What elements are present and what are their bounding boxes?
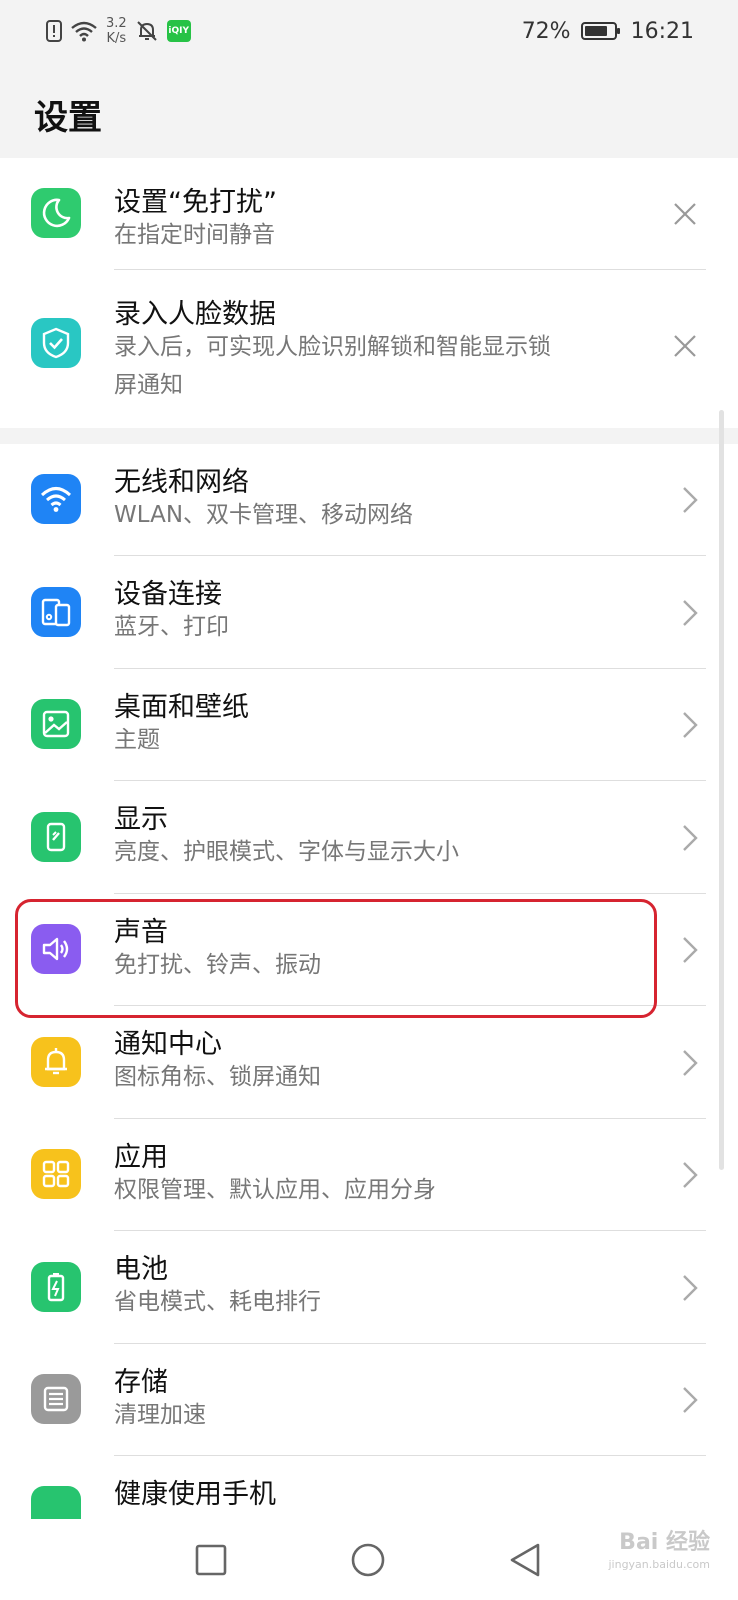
- settings-item-title: 无线和网络: [114, 467, 249, 498]
- close-icon[interactable]: [672, 333, 698, 359]
- wallpaper-icon: [31, 699, 81, 749]
- triangle-back-icon: [510, 1543, 540, 1577]
- wifi-status-icon: [71, 21, 97, 42]
- suggestion-do-not-disturb[interactable]: 设置“免打扰” 在指定时间静音: [0, 158, 738, 270]
- settings-item-title: 显示: [114, 804, 168, 835]
- settings-item-device-connection[interactable]: 设备连接 蓝牙、打印: [0, 556, 738, 669]
- watermark-url: jingyan.baidu.com: [608, 1558, 710, 1571]
- devices-icon: [31, 587, 81, 637]
- chevron-right-icon: [683, 937, 698, 963]
- settings-item-subtitle: 免打扰、铃声、振动: [114, 952, 321, 978]
- settings-item-subtitle: 亮度、护眼模式、字体与显示大小: [114, 839, 459, 865]
- chevron-right-icon: [683, 1162, 698, 1188]
- suggestion-title: 设置“免打扰”: [114, 187, 277, 218]
- chevron-right-icon: [683, 1050, 698, 1076]
- title-bar: 设置: [0, 62, 738, 158]
- settings-item-title: 通知中心: [114, 1029, 222, 1060]
- circle-icon: [351, 1543, 385, 1577]
- settings-item-notification-center[interactable]: 通知中心 图标角标、锁屏通知: [0, 1006, 738, 1119]
- storage-icon: [31, 1374, 81, 1424]
- net-speed: 3.2 K/s: [106, 16, 127, 46]
- settings-item-subtitle: WLAN、双卡管理、移动网络: [114, 502, 414, 528]
- suggestions-card: 设置“免打扰” 在指定时间静音 录入人脸数据 录入后，可实现人脸识别解锁和智能显…: [0, 158, 738, 428]
- settings-item-wireless-network[interactable]: 无线和网络 WLAN、双卡管理、移动网络: [0, 444, 738, 556]
- square-icon: [195, 1544, 227, 1576]
- scrollbar[interactable]: [719, 410, 724, 1170]
- settings-item-subtitle: 权限管理、默认应用、应用分身: [114, 1177, 436, 1203]
- chevron-right-icon: [683, 600, 698, 626]
- suggestion-subtitle-line2: 屏通知: [114, 372, 183, 398]
- settings-item-title: 健康使用手机: [114, 1479, 276, 1510]
- status-bar: 3.2 K/s iQIY 72% 16:21: [0, 0, 738, 62]
- suggestion-subtitle: 在指定时间静音: [114, 222, 275, 248]
- alert-icon: [46, 20, 62, 42]
- battery-status-icon: [580, 22, 620, 40]
- settings-item-subtitle: 主题: [114, 727, 160, 753]
- moon-icon: [31, 188, 81, 238]
- home-button[interactable]: [345, 1537, 391, 1583]
- suggestion-face-data[interactable]: 录入人脸数据 录入后，可实现人脸识别解锁和智能显示锁 屏通知: [0, 270, 738, 428]
- recent-apps-button[interactable]: [188, 1537, 234, 1583]
- wifi-icon: [31, 474, 81, 524]
- status-left: 3.2 K/s iQIY: [46, 14, 191, 48]
- settings-item-title: 应用: [114, 1142, 168, 1173]
- settings-item-digital-balance[interactable]: 健康使用手机: [0, 1456, 738, 1519]
- settings-item-title: 设备连接: [114, 579, 222, 610]
- settings-item-title: 桌面和壁纸: [114, 692, 249, 723]
- chevron-right-icon: [683, 487, 698, 513]
- settings-item-title: 声音: [114, 917, 168, 948]
- bell-icon: [31, 1037, 81, 1087]
- settings-item-apps[interactable]: 应用 权限管理、默认应用、应用分身: [0, 1119, 738, 1231]
- settings-item-subtitle: 蓝牙、打印: [114, 614, 229, 640]
- mute-bell-icon: [136, 21, 157, 41]
- chevron-right-icon: [683, 825, 698, 851]
- settings-item-subtitle: 省电模式、耗电排行: [114, 1289, 321, 1315]
- net-speed-unit: K/s: [106, 31, 127, 46]
- settings-item-subtitle: 清理加速: [114, 1402, 206, 1428]
- suggestion-subtitle-line1: 录入后，可实现人脸识别解锁和智能显示锁: [114, 334, 551, 360]
- health-icon: [31, 1486, 81, 1519]
- page-title: 设置: [34, 98, 102, 138]
- apps-grid-icon: [31, 1149, 81, 1199]
- speaker-icon: [31, 924, 81, 974]
- settings-item-subtitle: 图标角标、锁屏通知: [114, 1064, 321, 1090]
- settings-item-title: 存储: [114, 1367, 168, 1398]
- chevron-right-icon: [683, 1275, 698, 1301]
- watermark-brand: Bai 经验: [619, 1530, 710, 1555]
- watermark: Bai 经验 jingyan.baidu.com: [608, 1532, 710, 1576]
- settings-item-storage[interactable]: 存储 清理加速: [0, 1344, 738, 1456]
- net-speed-value: 3.2: [106, 16, 127, 31]
- suggestion-title: 录入人脸数据: [114, 299, 276, 330]
- settings-item-display[interactable]: 显示 亮度、护眼模式、字体与显示大小: [0, 781, 738, 894]
- settings-item-desktop-wallpaper[interactable]: 桌面和壁纸 主题: [0, 669, 738, 781]
- settings-list: 无线和网络 WLAN、双卡管理、移动网络 设备连接 蓝牙、打印 桌面和壁纸 主题…: [0, 444, 738, 1519]
- status-right: 72% 16:21: [522, 14, 694, 48]
- settings-item-battery[interactable]: 电池 省电模式、耗电排行: [0, 1231, 738, 1344]
- iqiyi-notification-icon: iQIY: [166, 20, 191, 42]
- battery-icon: [31, 1262, 81, 1312]
- chevron-right-icon: [683, 1387, 698, 1413]
- close-icon[interactable]: [672, 201, 698, 227]
- settings-item-title: 电池: [114, 1254, 168, 1285]
- shield-check-icon: [31, 318, 81, 368]
- battery-percent: 72%: [521, 18, 571, 44]
- chevron-right-icon: [683, 712, 698, 738]
- back-button[interactable]: [502, 1537, 548, 1583]
- display-icon: [31, 812, 81, 862]
- clock: 16:21: [630, 18, 694, 44]
- settings-item-sound[interactable]: 声音 免打扰、铃声、振动: [0, 894, 738, 1006]
